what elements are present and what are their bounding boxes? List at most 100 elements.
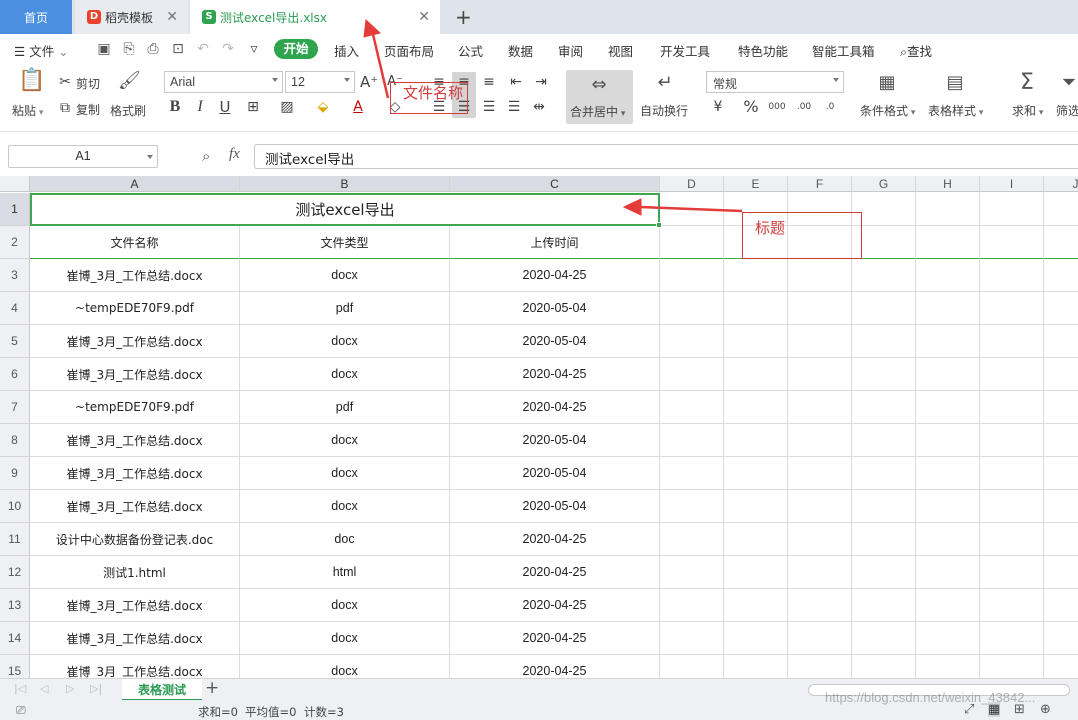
first-sheet-icon[interactable]: |◁ [14, 682, 26, 695]
column-header-g[interactable]: G [852, 176, 916, 192]
empty-cell[interactable] [916, 490, 980, 523]
empty-cell[interactable] [852, 523, 916, 556]
zoom-search-icon[interactable]: ⌕ [202, 147, 210, 165]
table-cell[interactable]: 设计中心数据备份登记表.doc [30, 523, 240, 556]
empty-cell[interactable] [1044, 358, 1078, 391]
close-icon[interactable]: ✕ [166, 10, 178, 24]
empty-cell[interactable] [852, 457, 916, 490]
empty-cell[interactable] [852, 259, 916, 292]
table-cell[interactable]: 2020-04-25 [450, 655, 660, 678]
empty-cell[interactable] [660, 622, 724, 655]
table-cell[interactable]: 2020-04-25 [450, 391, 660, 424]
empty-cell[interactable] [660, 292, 724, 325]
empty-cell[interactable] [916, 358, 980, 391]
reading-mode-icon[interactable]: ⊕ [1040, 702, 1051, 717]
empty-cell[interactable] [660, 259, 724, 292]
table-cell[interactable]: 2020-05-04 [450, 325, 660, 358]
row-header-4[interactable]: 4 [0, 292, 30, 325]
print-icon[interactable]: ⎙ [145, 41, 161, 57]
table-cell[interactable]: doc [240, 523, 450, 556]
empty-cell[interactable] [852, 325, 916, 358]
table-cell[interactable]: 2020-04-25 [450, 358, 660, 391]
empty-cell[interactable] [1044, 193, 1078, 226]
tab-file[interactable]: S 测试excel导出.xlsx ✕ [190, 0, 440, 34]
table-cell[interactable]: 2020-05-04 [450, 457, 660, 490]
empty-cell[interactable] [660, 457, 724, 490]
close-icon[interactable]: ✕ [418, 10, 430, 24]
table-cell[interactable]: docx [240, 655, 450, 678]
menu-review[interactable]: 审阅 [558, 41, 583, 60]
menu-view[interactable]: 视图 [608, 41, 633, 60]
select-all-corner[interactable] [0, 176, 30, 192]
table-cell[interactable]: 崔博_3月_工作总结.docx [30, 259, 240, 292]
table-cell[interactable]: 崔博_3月_工作总结.docx [30, 424, 240, 457]
row-header-10[interactable]: 10 [0, 490, 30, 523]
header-cell[interactable]: 文件类型 [240, 226, 450, 259]
increase-decimal-icon[interactable]: .00 [795, 98, 813, 116]
empty-cell[interactable] [660, 226, 724, 259]
column-header-b[interactable]: B [240, 176, 450, 192]
column-header-h[interactable]: H [916, 176, 980, 192]
empty-cell[interactable] [660, 424, 724, 457]
column-header-e[interactable]: E [724, 176, 788, 192]
empty-cell[interactable] [788, 325, 852, 358]
paste-icon[interactable]: 📋 [18, 70, 45, 92]
table-cell[interactable]: docx [240, 622, 450, 655]
empty-cell[interactable] [916, 523, 980, 556]
empty-cell[interactable] [660, 589, 724, 622]
empty-cell[interactable] [980, 325, 1044, 358]
table-cell[interactable]: 崔博_3月_工作总结.docx [30, 589, 240, 622]
column-header-d[interactable]: D [660, 176, 724, 192]
align-bottom-icon[interactable]: ≡ [480, 73, 498, 91]
font-name-select[interactable]: Arial [164, 71, 283, 93]
empty-cell[interactable] [1044, 655, 1078, 678]
table-cell[interactable]: 崔博_3月_工作总结.docx [30, 490, 240, 523]
empty-cell[interactable] [660, 358, 724, 391]
new-tab-plus-icon[interactable]: + [455, 5, 472, 29]
currency-icon[interactable]: ¥ [709, 98, 727, 116]
empty-cell[interactable] [788, 259, 852, 292]
empty-cell[interactable] [788, 424, 852, 457]
empty-cell[interactable] [1044, 226, 1078, 259]
merge-center-button[interactable]: ⇔ 合并居中 ▾ [566, 70, 633, 124]
column-header-f[interactable]: F [788, 176, 852, 192]
empty-cell[interactable] [724, 424, 788, 457]
row-header-3[interactable]: 3 [0, 259, 30, 292]
empty-cell[interactable] [980, 490, 1044, 523]
empty-cell[interactable] [1044, 556, 1078, 589]
empty-cell[interactable] [660, 490, 724, 523]
empty-cell[interactable] [1044, 490, 1078, 523]
format-painter-button[interactable]: 格式刷 [110, 102, 146, 119]
empty-cell[interactable] [724, 622, 788, 655]
empty-cell[interactable] [980, 292, 1044, 325]
header-cell[interactable]: 上传时间 [450, 226, 660, 259]
empty-cell[interactable] [852, 490, 916, 523]
table-cell[interactable]: html [240, 556, 450, 589]
table-cell[interactable]: 2020-04-25 [450, 556, 660, 589]
menu-data[interactable]: 数据 [508, 41, 533, 60]
last-sheet-icon[interactable]: ▷| [90, 682, 102, 695]
empty-cell[interactable] [1044, 292, 1078, 325]
bold-icon[interactable]: B [166, 98, 184, 116]
title-cell-a1[interactable]: 测试excel导出 [30, 193, 660, 226]
menu-start[interactable]: 开始 [274, 39, 318, 59]
paste-button[interactable]: 粘贴 ▾ [12, 102, 43, 119]
redo-icon[interactable]: ↷ [220, 41, 236, 57]
empty-cell[interactable] [852, 589, 916, 622]
empty-cell[interactable] [1044, 622, 1078, 655]
menu-page-layout[interactable]: 页面布局 [384, 41, 434, 60]
empty-cell[interactable] [660, 391, 724, 424]
empty-cell[interactable] [788, 358, 852, 391]
table-cell[interactable]: 测试1.html [30, 556, 240, 589]
row-header-7[interactable]: 7 [0, 391, 30, 424]
menu-insert[interactable]: 插入 [334, 41, 359, 60]
underline-icon[interactable]: U [216, 98, 234, 116]
empty-cell[interactable] [916, 391, 980, 424]
table-cell[interactable]: 2020-04-25 [450, 523, 660, 556]
menu-dev-tools[interactable]: 开发工具 [660, 41, 710, 60]
empty-cell[interactable] [916, 556, 980, 589]
table-cell[interactable]: docx [240, 259, 450, 292]
empty-cell[interactable] [724, 655, 788, 678]
align-right-icon[interactable]: ☰ [480, 98, 498, 116]
empty-cell[interactable] [980, 424, 1044, 457]
